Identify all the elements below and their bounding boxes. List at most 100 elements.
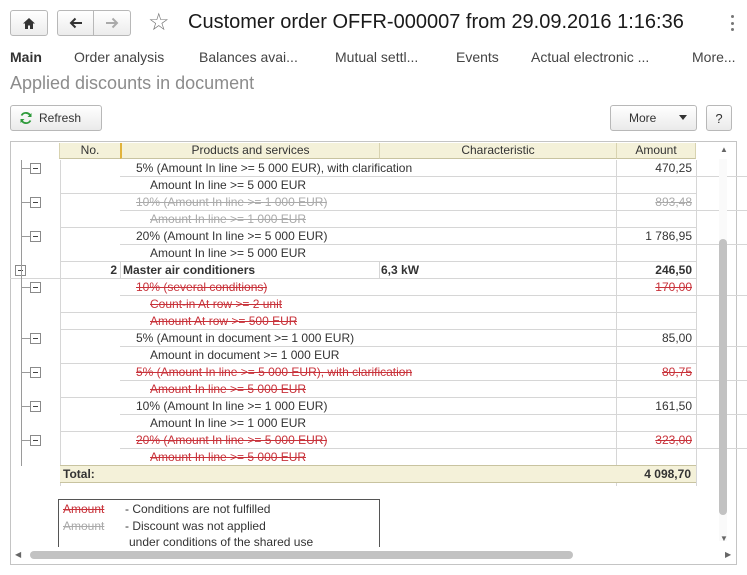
tab-bar: Main Order analysis Balances avai... Mut… — [10, 49, 747, 69]
table-row[interactable]: 20% (Amount In line >= 5 000 EUR) 323,00 — [0, 432, 747, 449]
row-description: 5% (Amount In line >= 5 000 EUR), with c… — [136, 161, 413, 175]
column-divider — [120, 262, 121, 279]
table-row[interactable]: 10% (several conditions) 170,00 — [0, 279, 747, 296]
refresh-icon — [20, 112, 32, 124]
row-amount: 80,75 — [661, 365, 692, 379]
total-row: Total: 4 098,70 — [60, 465, 696, 483]
tab-order-analysis[interactable]: Order analysis — [74, 49, 164, 65]
column-divider — [379, 262, 380, 279]
table-row[interactable]: 10% (Amount In line >= 1 000 EUR) 893,48 — [0, 194, 747, 211]
back-button[interactable] — [57, 10, 94, 36]
row-description: Amount At row >= 500 EUR — [150, 313, 297, 330]
row-characteristic: 6,3 kW — [381, 263, 420, 277]
row-description-text: 5% (Amount In line >= 5 000 EUR), with c… — [136, 365, 413, 379]
table-row[interactable]: Amount In line >= 5 000 EUR — [0, 177, 747, 194]
help-label: ? — [715, 110, 723, 126]
table-row[interactable]: 5% (Amount In line >= 5 000 EUR), with c… — [0, 160, 747, 177]
row-description-text: Amount In line >= 5 000 EUR — [150, 450, 307, 464]
help-button[interactable]: ? — [706, 105, 732, 131]
row-description-text: 10% (Amount In line >= 1 000 EUR) — [136, 195, 328, 209]
row-amount: 170,00 — [655, 280, 692, 294]
scroll-left-icon[interactable]: ◀ — [15, 551, 21, 559]
vertical-scroll-thumb[interactable] — [719, 239, 727, 515]
scroll-right-icon[interactable]: ▶ — [725, 551, 731, 559]
table-row[interactable]: Amount In line >= 5 000 EUR — [0, 245, 747, 262]
collapse-toggle-icon[interactable] — [30, 435, 41, 446]
table-row[interactable]: Count-in At row >= 2 unit — [0, 296, 747, 313]
scroll-down-icon[interactable]: ▼ — [720, 535, 728, 543]
column-header-characteristic[interactable]: Characteristic — [379, 143, 616, 159]
tab-main[interactable]: Main — [10, 49, 42, 65]
table-row[interactable]: Amount In line >= 5 000 EUR — [0, 449, 747, 466]
table-row[interactable]: 5% (Amount in document >= 1 000 EUR) 85,0… — [0, 330, 747, 347]
collapse-toggle-icon[interactable] — [30, 401, 41, 412]
chevron-down-icon — [679, 115, 687, 120]
table-row[interactable]: 5% (Amount In line >= 5 000 EUR), with c… — [0, 364, 747, 381]
home-button[interactable] — [10, 10, 48, 36]
table-row[interactable]: Amount In line >= 5 000 EUR — [0, 381, 747, 398]
row-description-text: Amount In line >= 1 000 EUR — [150, 212, 307, 226]
row-description: 10% (Amount In line >= 1 000 EUR) — [136, 399, 328, 413]
row-description: Amount In line >= 5 000 EUR — [150, 246, 307, 260]
collapse-toggle-icon[interactable] — [30, 231, 41, 242]
column-header-amount[interactable]: Amount — [616, 143, 696, 159]
row-amount: 323,00 — [655, 433, 692, 447]
row-amount: 470,25 — [655, 161, 692, 175]
horizontal-scroll-thumb[interactable] — [30, 551, 573, 559]
collapse-toggle-icon[interactable] — [30, 333, 41, 344]
row-amount: 1 786,95 — [645, 229, 692, 243]
table-row[interactable]: Amount In line >= 1 000 EUR — [0, 211, 747, 228]
row-number: 2 — [110, 263, 117, 277]
table-row[interactable]: Amount in document >= 1 000 EUR — [0, 347, 747, 364]
table-row[interactable]: Amount In line >= 1 000 EUR — [0, 415, 747, 432]
table-row[interactable]: 10% (Amount In line >= 1 000 EUR) 161,50 — [0, 398, 747, 415]
collapse-toggle-icon[interactable] — [30, 197, 41, 208]
tree-connector — [21, 287, 30, 288]
row-description: Count-in At row >= 2 unit — [150, 296, 282, 313]
tree-connector — [21, 338, 30, 339]
refresh-button[interactable]: Refresh — [10, 105, 102, 131]
refresh-label: Refresh — [39, 111, 82, 125]
tab-more[interactable]: More... — [692, 49, 736, 65]
star-icon[interactable]: ☆ — [148, 11, 170, 35]
row-amount: 85,00 — [661, 331, 692, 345]
tab-balances[interactable]: Balances avai... — [199, 49, 298, 65]
tree-connector — [21, 440, 30, 441]
row-description: Amount In line >= 5 000 EUR — [150, 381, 306, 398]
tab-mutual-settlements[interactable]: Mutual settl... — [335, 49, 418, 65]
legend-red-text: - Conditions are not fulfilled — [125, 502, 271, 516]
row-amount: 161,50 — [655, 399, 692, 413]
row-description-text: 20% (Amount In line >= 5 000 EUR) — [136, 433, 328, 447]
row-description: 20% (Amount In line >= 5 000 EUR) — [136, 432, 327, 449]
row-description: Amount In line >= 1 000 EUR — [150, 211, 306, 228]
section-title: Applied discounts in document — [10, 73, 255, 93]
row-description: 10% (Amount In line >= 1 000 EUR) — [136, 194, 327, 211]
table-row[interactable]: 2 Master air conditioners 6,3 kW 246,50 — [0, 262, 747, 279]
collapse-toggle-icon[interactable] — [30, 282, 41, 293]
legend-gray-sample: Amount — [63, 519, 105, 533]
column-divider — [696, 160, 697, 486]
scroll-up-icon[interactable]: ▲ — [720, 146, 728, 154]
column-header-no[interactable]: No. — [59, 143, 120, 159]
collapse-toggle-icon[interactable] — [30, 367, 41, 378]
collapse-toggle-icon[interactable] — [30, 163, 41, 174]
arrow-left-icon — [69, 17, 82, 29]
forward-button[interactable] — [93, 10, 131, 36]
tab-events[interactable]: Events — [456, 49, 499, 65]
more-label: More — [629, 111, 657, 125]
column-header-products[interactable]: Products and services — [120, 143, 379, 159]
row-amount: 893,48 — [655, 195, 692, 209]
row-description: Master air conditioners — [123, 263, 256, 277]
more-button[interactable]: More — [610, 105, 697, 131]
row-description: Amount In line >= 5 000 EUR — [150, 178, 307, 192]
row-description: 5% (Amount in document >= 1 000 EUR) — [136, 331, 355, 345]
kebab-icon[interactable] — [726, 12, 738, 34]
arrow-right-icon — [106, 17, 119, 29]
table-row[interactable]: Amount At row >= 500 EUR — [0, 313, 747, 330]
total-amount: 4 098,70 — [644, 467, 691, 481]
row-amount: 246,50 — [655, 263, 692, 277]
table-row[interactable]: 20% (Amount In line >= 5 000 EUR) 1 786,9… — [0, 228, 747, 245]
tab-actual-electronic[interactable]: Actual electronic ... — [531, 49, 649, 65]
row-description: 10% (several conditions) — [136, 279, 267, 296]
tree-connector — [21, 406, 30, 407]
